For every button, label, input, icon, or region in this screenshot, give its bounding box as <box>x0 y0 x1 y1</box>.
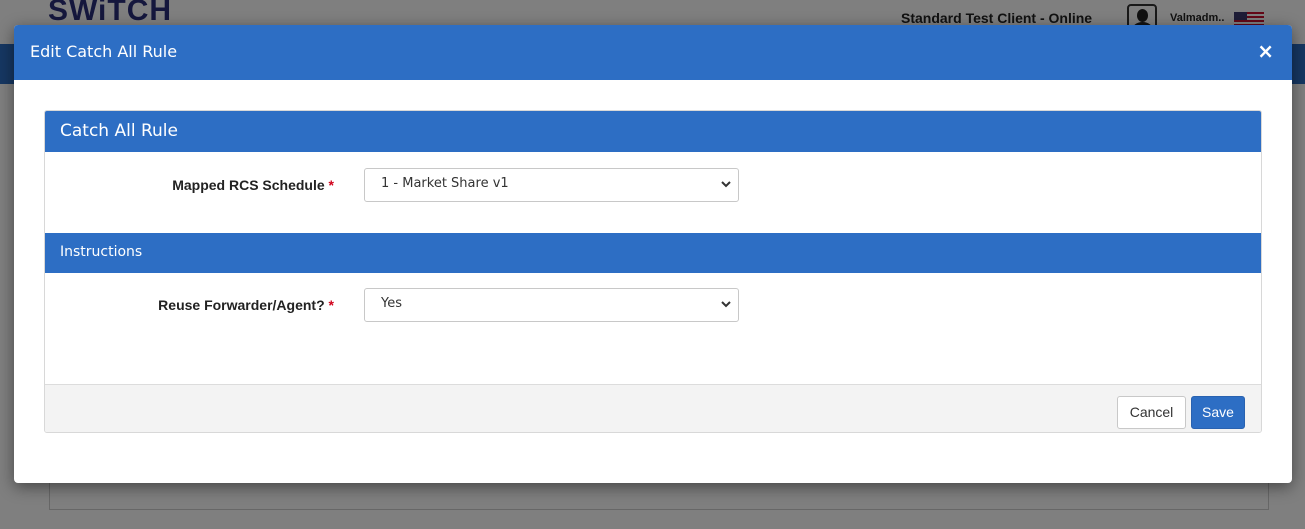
close-icon[interactable]: × <box>1257 39 1274 63</box>
form-row-reuse-forwarder: Reuse Forwarder/Agent? * Yes <box>45 288 1261 322</box>
modal-title: Edit Catch All Rule <box>30 42 178 61</box>
mapped-rcs-schedule-select[interactable]: 1 - Market Share v1 <box>364 168 739 202</box>
cancel-button[interactable]: Cancel <box>1117 396 1186 429</box>
catch-all-rule-panel: Catch All Rule Mapped RCS Schedule * 1 -… <box>44 110 1262 433</box>
edit-catch-all-rule-modal: Edit Catch All Rule × Catch All Rule Map… <box>14 25 1292 483</box>
chevron-down-icon <box>721 181 731 188</box>
required-marker: * <box>328 297 334 313</box>
field-label-text: Reuse Forwarder/Agent? <box>158 297 325 313</box>
panel-title: Catch All Rule <box>45 111 1261 152</box>
chevron-down-icon <box>721 301 731 308</box>
panel-footer: Cancel Save <box>45 384 1261 432</box>
save-button[interactable]: Save <box>1191 396 1245 429</box>
form-row-mapped-rcs-schedule: Mapped RCS Schedule * 1 - Market Share v… <box>45 168 1261 202</box>
field-label: Mapped RCS Schedule * <box>172 177 334 193</box>
reuse-forwarder-agent-select[interactable]: Yes <box>364 288 739 322</box>
modal-header: Edit Catch All Rule × <box>14 25 1292 80</box>
field-label: Reuse Forwarder/Agent? * <box>158 297 334 313</box>
select-value: 1 - Market Share v1 <box>381 176 509 191</box>
field-label-text: Mapped RCS Schedule <box>172 177 325 193</box>
instructions-heading: Instructions <box>45 233 1261 273</box>
select-value: Yes <box>381 296 402 311</box>
required-marker: * <box>328 177 334 193</box>
